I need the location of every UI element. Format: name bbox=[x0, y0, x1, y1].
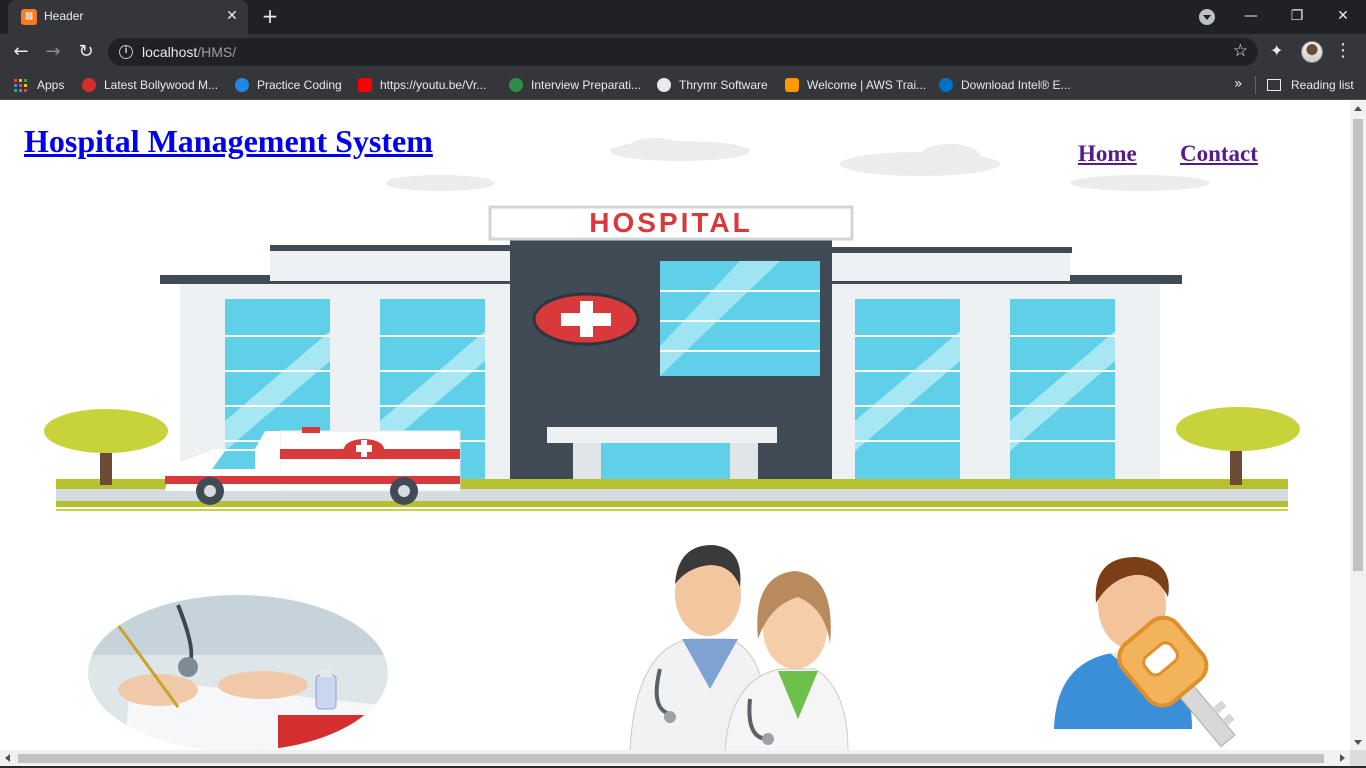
browser-menu-icon[interactable]: ⋮ bbox=[1334, 40, 1352, 61]
aws-icon bbox=[785, 78, 799, 92]
profile-avatar[interactable] bbox=[1301, 41, 1323, 63]
address-bar[interactable]: i localhost/HMS/ ☆ bbox=[108, 38, 1258, 66]
hospital-illustration bbox=[44, 138, 1300, 511]
bookmark-interview-prep[interactable]: Interview Preparati... bbox=[509, 77, 641, 93]
minimize-button[interactable]: — bbox=[1239, 5, 1263, 27]
browser-toolbar: ← → ↻ i localhost/HMS/ ☆ ✦ ⋮ bbox=[0, 34, 1366, 70]
bookmarks-overflow-button[interactable]: » bbox=[1234, 76, 1243, 92]
youtube-icon bbox=[358, 78, 372, 92]
reading-list-button[interactable]: Reading list bbox=[1267, 77, 1354, 93]
bookmark-apps[interactable]: Apps bbox=[14, 77, 64, 93]
hospital-sign-text: HOSPITAL bbox=[589, 207, 753, 238]
bookmark-star-icon[interactable]: ☆ bbox=[1233, 41, 1248, 61]
xampp-icon: ⊠ bbox=[21, 9, 37, 25]
extensions-icon[interactable]: ✦ bbox=[1270, 41, 1283, 60]
bookmark-practice-coding[interactable]: Practice Coding bbox=[235, 77, 342, 93]
admin-login-image[interactable] bbox=[1052, 553, 1256, 749]
vertical-scrollbar[interactable] bbox=[1350, 101, 1366, 750]
tab-search-icon[interactable] bbox=[1199, 9, 1215, 25]
apps-grid-icon bbox=[14, 78, 27, 92]
doctors-image[interactable] bbox=[620, 539, 850, 750]
patient-records-image[interactable] bbox=[88, 595, 388, 750]
site-info-icon[interactable]: i bbox=[119, 45, 133, 59]
bookmarks-divider bbox=[1255, 76, 1256, 94]
restore-button[interactable]: ❐ bbox=[1285, 5, 1309, 27]
practice-icon bbox=[235, 78, 249, 92]
nav-home-link[interactable]: Home bbox=[1078, 141, 1137, 167]
horizontal-scroll-thumb[interactable] bbox=[18, 754, 1324, 763]
reload-button[interactable]: ↻ bbox=[74, 40, 98, 64]
intel-icon bbox=[939, 78, 953, 92]
globe-icon bbox=[657, 78, 671, 92]
bookmark-aws[interactable]: Welcome | AWS Trai... bbox=[785, 77, 926, 93]
scroll-left-icon[interactable] bbox=[5, 754, 10, 762]
browser-tab[interactable]: ⊠ Header ✕ bbox=[8, 0, 248, 34]
bookmarks-bar: Apps Latest Bollywood M... Practice Codi… bbox=[0, 70, 1366, 100]
scroll-right-icon[interactable] bbox=[1340, 754, 1345, 762]
close-window-button[interactable]: ✕ bbox=[1331, 5, 1355, 27]
reading-list-icon bbox=[1267, 79, 1281, 91]
url-text[interactable]: localhost/HMS/ bbox=[142, 44, 236, 60]
tab-title: Header bbox=[44, 9, 84, 23]
scroll-down-icon[interactable] bbox=[1354, 740, 1362, 745]
tab-strip: ⊠ Header ✕ + — ❐ ✕ bbox=[0, 0, 1366, 34]
horizontal-scrollbar[interactable] bbox=[0, 750, 1350, 766]
forward-button[interactable]: → bbox=[41, 40, 65, 64]
back-button[interactable]: ← bbox=[9, 40, 33, 64]
bookmark-youtube[interactable]: https://youtu.be/Vr... bbox=[358, 77, 486, 93]
gfg-icon bbox=[509, 78, 523, 92]
nav-contact-link[interactable]: Contact bbox=[1180, 141, 1258, 167]
vertical-scroll-thumb[interactable] bbox=[1353, 119, 1363, 571]
bookmark-bollywood[interactable]: Latest Bollywood M... bbox=[82, 77, 218, 93]
bollywood-icon bbox=[82, 78, 96, 92]
new-tab-button[interactable]: + bbox=[260, 6, 280, 26]
bookmark-intel[interactable]: Download Intel® E... bbox=[939, 77, 1071, 93]
scroll-up-icon[interactable] bbox=[1354, 106, 1362, 111]
site-title-link[interactable]: Hospital Management System bbox=[24, 123, 433, 160]
close-tab-icon[interactable]: ✕ bbox=[224, 8, 240, 24]
bookmark-thrymr[interactable]: Thrymr Software bbox=[657, 77, 768, 93]
page-viewport: HOSPITAL Hospital Management System Home… bbox=[0, 101, 1350, 750]
